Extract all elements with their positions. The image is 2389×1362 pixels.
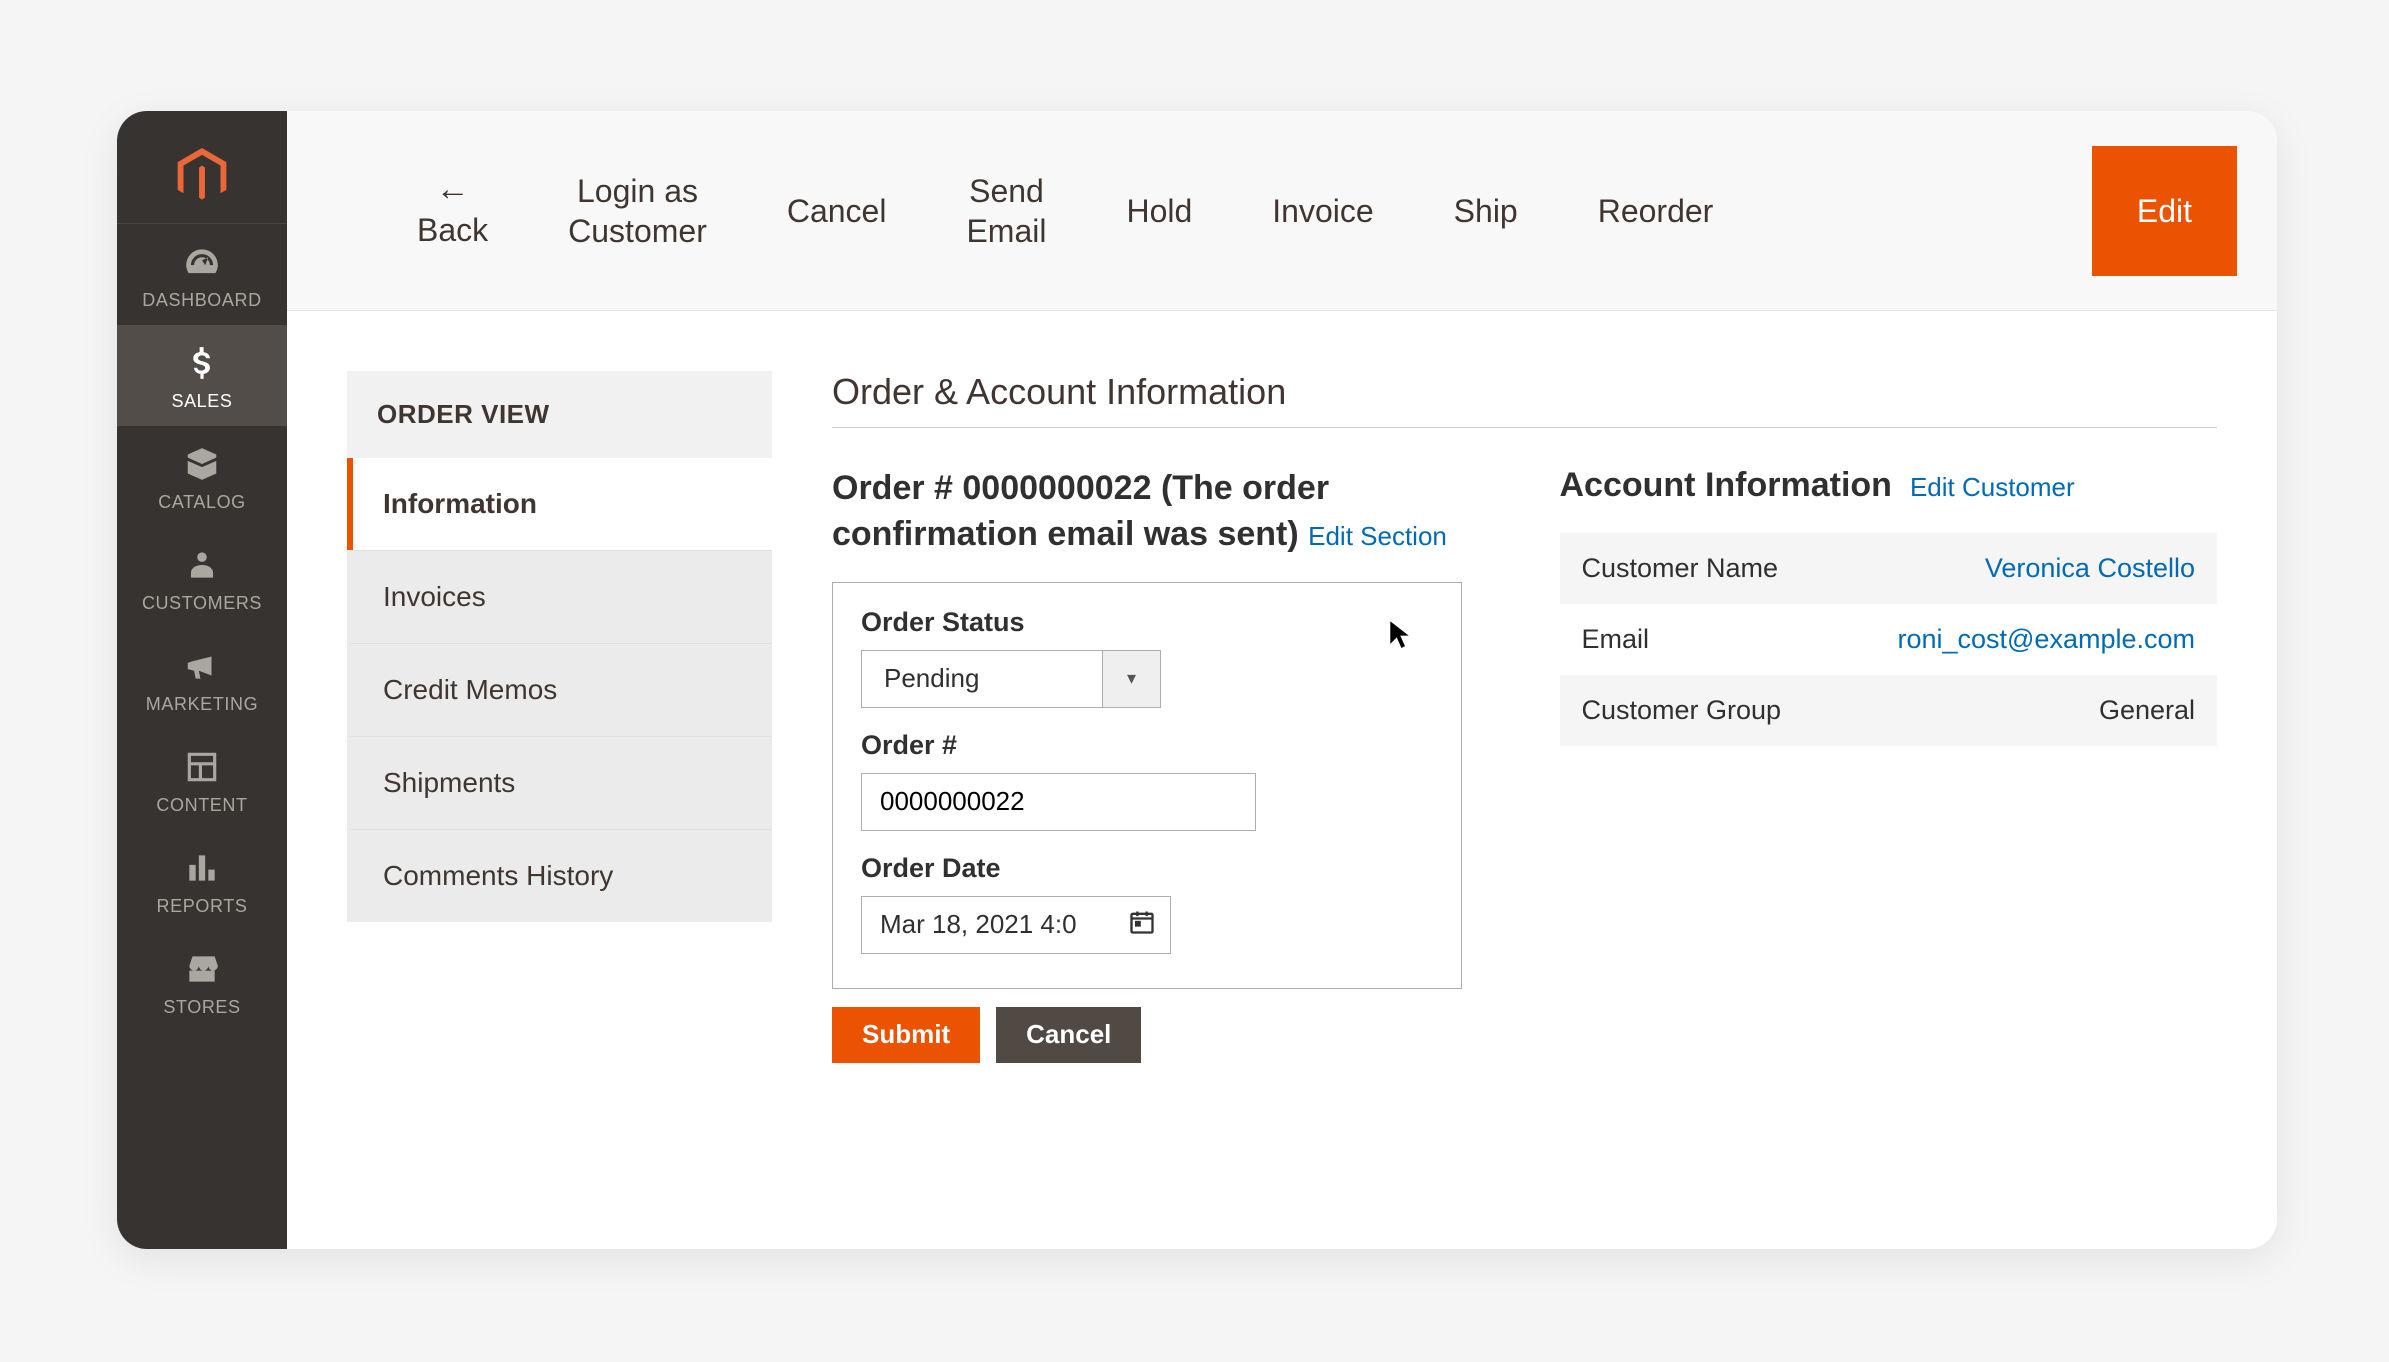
bars-icon — [182, 848, 222, 888]
order-heading: Order # 0000000022 (The order confirmati… — [832, 466, 1490, 558]
back-label: Back — [417, 210, 488, 250]
account-info-heading: Account Information — [1560, 466, 1892, 505]
nav-label: DASHBOARD — [142, 290, 261, 311]
box-icon — [182, 444, 222, 484]
order-number-heading: Order # 0000000022 — [832, 469, 1151, 507]
back-button[interactable]: ← Back — [377, 146, 528, 276]
dollar-icon — [182, 343, 222, 383]
customer-name-link[interactable]: Veronica Costello — [1985, 553, 2195, 584]
section-title: Order & Account Information — [832, 371, 2217, 428]
customer-group-value: General — [2099, 695, 2195, 726]
send-email-button[interactable]: Send Email — [926, 146, 1086, 276]
account-row-email: Email roni_cost@example.com — [1560, 604, 2218, 675]
order-number-label: Order # — [861, 730, 1433, 761]
order-date-value: Mar 18, 2021 4:0 — [880, 909, 1118, 940]
submit-button[interactable]: Submit — [832, 1007, 980, 1063]
arrow-left-icon: ← — [436, 172, 470, 206]
customer-email-link[interactable]: roni_cost@example.com — [1897, 624, 2195, 655]
nav-label: CUSTOMERS — [142, 593, 262, 614]
nav-content[interactable]: CONTENT — [117, 729, 287, 830]
person-icon — [182, 545, 222, 585]
account-row-customer-name: Customer Name Veronica Costello — [1560, 533, 2218, 604]
tab-information[interactable]: Information — [347, 458, 772, 550]
row-label: Email — [1582, 624, 1650, 655]
calendar-icon — [1128, 908, 1156, 941]
order-status-select[interactable]: Pending ▾ — [861, 650, 1161, 708]
account-info-table: Customer Name Veronica Costello Email ro… — [1560, 533, 2218, 746]
order-view-title: ORDER VIEW — [347, 371, 772, 458]
cancel-order-button[interactable]: Cancel — [747, 146, 927, 276]
storefront-icon — [182, 949, 222, 989]
nav-catalog[interactable]: CATALOG — [117, 426, 287, 527]
order-date-input[interactable]: Mar 18, 2021 4:0 — [861, 896, 1171, 954]
nav-label: CATALOG — [158, 492, 246, 513]
admin-side-nav: DASHBOARD SALES CATALOG CUSTOMERS MARKET — [117, 111, 287, 1249]
tab-comments-history[interactable]: Comments History — [347, 829, 772, 922]
order-number-input[interactable] — [861, 773, 1256, 831]
order-edit-form: Order Status Pending ▾ Order # Order Dat… — [832, 582, 1462, 989]
row-label: Customer Name — [1582, 553, 1779, 584]
admin-order-view-window: DASHBOARD SALES CATALOG CUSTOMERS MARKET — [117, 111, 2277, 1249]
ship-button[interactable]: Ship — [1414, 146, 1558, 276]
order-actions-toolbar: ← Back Login as Customer Cancel Send Ema… — [287, 111, 2277, 311]
tab-shipments[interactable]: Shipments — [347, 736, 772, 829]
tab-credit-memos[interactable]: Credit Memos — [347, 643, 772, 736]
nav-label: CONTENT — [156, 795, 247, 816]
reorder-button[interactable]: Reorder — [1558, 146, 1754, 276]
nav-customers[interactable]: CUSTOMERS — [117, 527, 287, 628]
edit-customer-link[interactable]: Edit Customer — [1910, 472, 2075, 503]
row-label: Customer Group — [1582, 695, 1782, 726]
login-as-customer-button[interactable]: Login as Customer — [528, 146, 747, 276]
nav-label: REPORTS — [157, 896, 248, 917]
order-view-tabs: ORDER VIEW Information Invoices Credit M… — [347, 371, 772, 1209]
nav-marketing[interactable]: MARKETING — [117, 628, 287, 729]
nav-reports[interactable]: REPORTS — [117, 830, 287, 931]
megaphone-icon — [182, 646, 222, 686]
magento-logo[interactable] — [117, 129, 287, 224]
order-account-section: Order & Account Information Order # 0000… — [832, 371, 2217, 1209]
order-date-label: Order Date — [861, 853, 1433, 884]
nav-label: STORES — [163, 997, 240, 1018]
nav-sales[interactable]: SALES — [117, 325, 287, 426]
layout-icon — [182, 747, 222, 787]
invoice-button[interactable]: Invoice — [1232, 146, 1413, 276]
account-info-column: Account Information Edit Customer Custom… — [1560, 466, 2218, 1063]
nav-stores[interactable]: STORES — [117, 931, 287, 1032]
order-status-label: Order Status — [861, 607, 1433, 638]
gauge-icon — [182, 242, 222, 282]
nav-dashboard[interactable]: DASHBOARD — [117, 224, 287, 325]
account-row-customer-group: Customer Group General — [1560, 675, 2218, 746]
nav-label: SALES — [171, 391, 232, 412]
hold-button[interactable]: Hold — [1086, 146, 1232, 276]
order-info-column: Order # 0000000022 (The order confirmati… — [832, 466, 1490, 1063]
cancel-button[interactable]: Cancel — [996, 1007, 1141, 1063]
order-status-value: Pending — [862, 651, 1102, 707]
tab-invoices[interactable]: Invoices — [347, 550, 772, 643]
nav-label: MARKETING — [146, 694, 258, 715]
order-content: ORDER VIEW Information Invoices Credit M… — [287, 311, 2277, 1249]
edit-order-button[interactable]: Edit — [2092, 146, 2237, 276]
chevron-down-icon: ▾ — [1102, 651, 1160, 707]
edit-section-link[interactable]: Edit Section — [1308, 521, 1447, 551]
